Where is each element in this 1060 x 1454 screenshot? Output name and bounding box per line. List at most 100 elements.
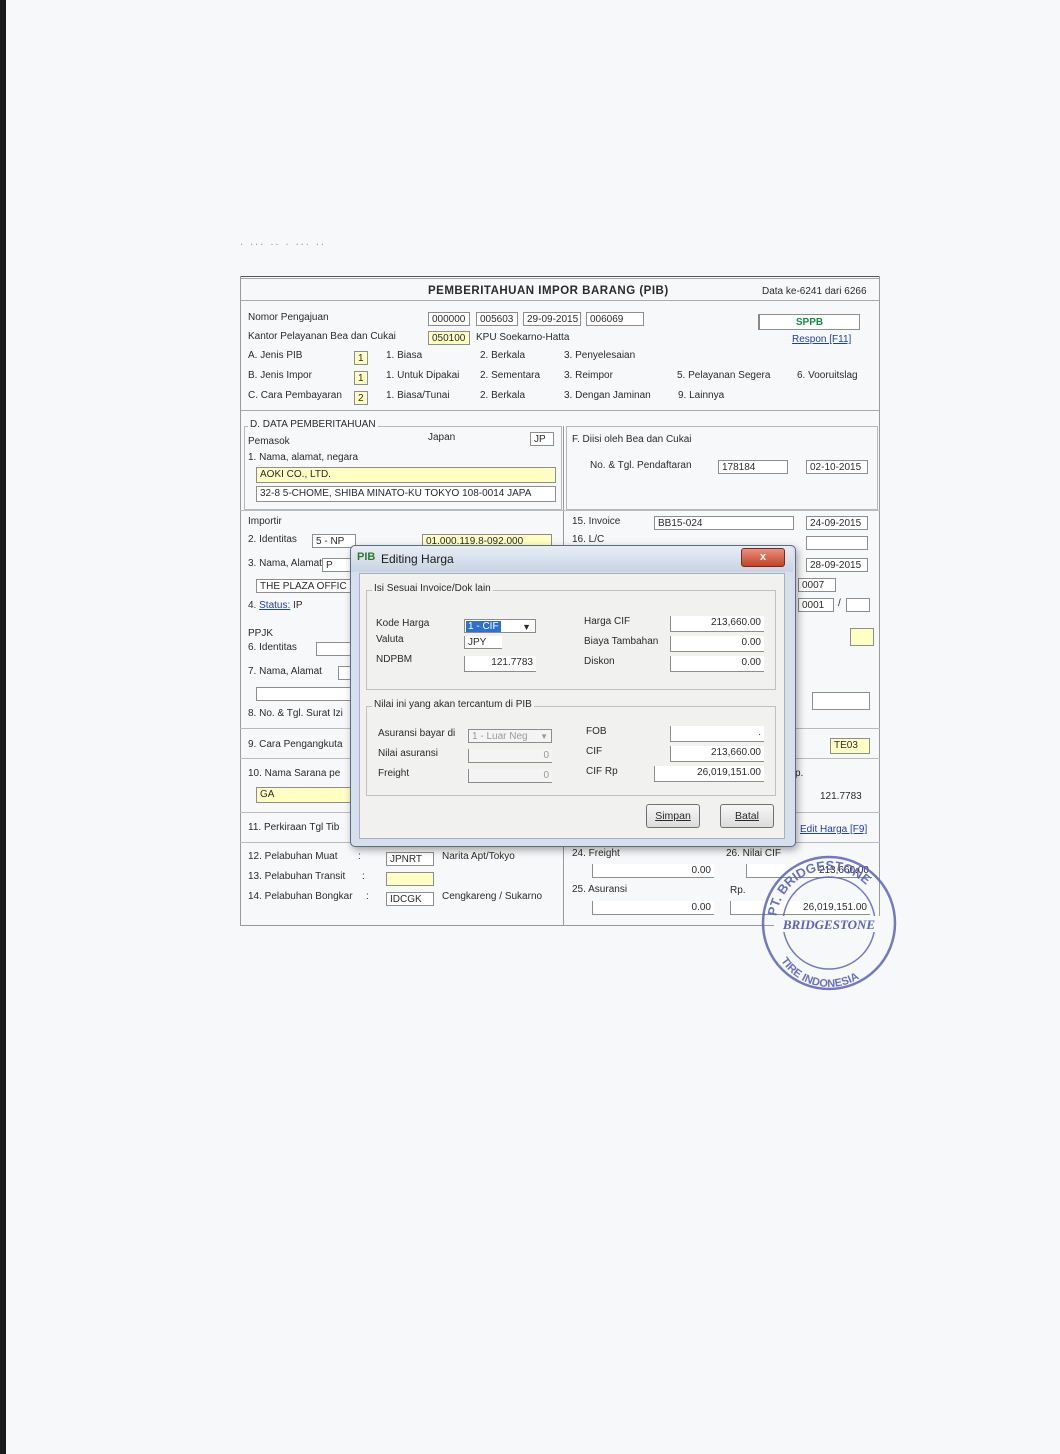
app-icon: PIB <box>357 551 376 563</box>
cara-bayar-field[interactable]: 2 <box>354 391 368 405</box>
ppjk-nama-label: 7. Nama, Alamat <box>248 666 322 677</box>
batal-button[interactable]: Batal <box>720 804 774 828</box>
rp-fragment: p. <box>795 768 804 779</box>
data-pemberitahuan-legend: D. DATA PEMBERITAHUAN <box>248 419 378 430</box>
group-invoice-legend: Isi Sesuai Invoice/Dok lain <box>372 583 493 594</box>
pendaftaran-no[interactable]: 178184 <box>718 460 788 474</box>
jenis-impor-opt: 6. Vooruitslag <box>797 370 858 381</box>
harga-cif-field[interactable]: 213,660.00 <box>670 616 764 632</box>
muat-label: 12. Pelabuhan Muat <box>248 851 338 862</box>
identitas-label: 2. Identitas <box>248 534 297 545</box>
status-label: 4. Status: IP <box>248 600 303 611</box>
ndpbm-value: 121.7783 <box>820 791 862 802</box>
asuransi-bayar-select[interactable]: 1 - Luar Neg ▼ <box>468 729 552 743</box>
kantor-code[interactable]: 050100 <box>428 331 470 345</box>
dialog-freight-field[interactable]: 0 <box>468 769 552 783</box>
jenis-pib-opt: 1. Biasa <box>386 350 423 361</box>
bongkar-colon: : <box>366 891 369 902</box>
transit-colon: : <box>362 871 365 882</box>
dialog-titlebar[interactable]: PIB Editing Harga x <box>351 546 793 572</box>
freight-field[interactable]: 0.00 <box>592 864 714 878</box>
cara-bayar-opt: 2. Berkala <box>480 390 526 401</box>
chevron-down-icon: ▼ <box>522 622 531 632</box>
cara-bayar-opt: 9. Lainnya <box>678 390 725 401</box>
pendaftaran-date[interactable]: 02-10-2015 <box>806 460 868 474</box>
cara-bayar-label: C. Cara Pembayaran <box>248 390 342 401</box>
nomor-field-2[interactable]: 005603 <box>476 312 518 326</box>
kode-harga-label: Kode Harga <box>376 618 430 629</box>
simpan-button[interactable]: Simpan <box>646 804 700 828</box>
pendaftaran-label: No. & Tgl. Pendaftaran <box>590 460 692 471</box>
field-0001[interactable]: 0001 <box>798 598 834 612</box>
status-link[interactable]: Status: <box>259 600 290 611</box>
muat-code[interactable]: JPNRT <box>386 852 434 866</box>
jenis-impor-label: B. Jenis Impor <box>248 370 312 381</box>
freight-label: 24. Freight <box>572 848 620 859</box>
ppjk-identitas-field[interactable] <box>316 642 352 656</box>
edit-harga-link[interactable]: Edit Harga [F9] <box>800 824 867 835</box>
nilai-asuransi-field[interactable]: 0 <box>468 749 552 763</box>
harga-cif-label: Harga CIF <box>584 616 631 627</box>
surat-izin-date[interactable] <box>812 692 870 710</box>
jenis-pib-opt: 3. Penyelesaian <box>564 350 636 361</box>
transit-code[interactable] <box>386 872 434 886</box>
nomor-field-4[interactable]: 006069 <box>586 312 644 326</box>
diskon-field[interactable]: 0.00 <box>670 656 764 672</box>
diskon-label: Diskon <box>584 656 615 667</box>
importir-address[interactable]: THE PLAZA OFFIC <box>256 579 352 593</box>
field-te03[interactable]: TE03 <box>830 738 870 754</box>
kode-harga-selected: 1 - CIF <box>466 621 501 632</box>
negara-code[interactable]: JP <box>530 432 554 446</box>
kode-harga-select[interactable]: 1 - CIF ▼ <box>464 619 536 633</box>
nilai-asuransi-label: Nilai asuransi <box>378 748 439 759</box>
lc-date[interactable] <box>806 536 868 550</box>
nomor-date[interactable]: 29-09-2015 <box>523 312 581 326</box>
stamp-mid-text: BRIDGESTONE <box>782 917 876 932</box>
fob-field[interactable]: . <box>670 726 764 742</box>
dialog-cif-field[interactable]: 213,660.00 <box>670 746 764 762</box>
identitas-type[interactable]: 5 - NP <box>312 534 356 548</box>
ppjk-right-field[interactable] <box>850 628 874 646</box>
cara-bayar-opt: 3. Dengan Jaminan <box>564 390 651 401</box>
cara-bayar-opt: 1. Biasa/Tunai <box>386 390 450 401</box>
valuta-label: Valuta <box>376 634 404 645</box>
biaya-tambahan-field[interactable]: 0.00 <box>670 636 764 652</box>
muat-name: Narita Apt/Tokyo <box>442 851 515 862</box>
ppjk-identitas-label: 6. Identitas <box>248 642 297 653</box>
dialog-freight-label: Freight <box>378 768 410 779</box>
jenis-pib-field[interactable]: 1 <box>354 351 368 365</box>
sarana-field[interactable]: GA <box>256 787 352 803</box>
jenis-pib-opt: 2. Berkala <box>480 350 526 361</box>
fob-label: FOB <box>586 726 607 737</box>
dialog-cifrp-field[interactable]: 26,019,151.00 <box>654 766 764 782</box>
field-0007[interactable]: 0007 <box>798 578 836 592</box>
slash: / <box>838 598 841 609</box>
dialog-title: Editing Harga <box>381 552 454 566</box>
respon-link[interactable]: Respon [F11] <box>792 334 851 345</box>
valuta-field[interactable]: JPY <box>464 636 502 649</box>
nomor-field-1[interactable]: 000000 <box>428 312 470 326</box>
asuransi-bayar-label: Asuransi bayar di <box>378 728 456 739</box>
jenis-pib-label: A. Jenis PIB <box>248 350 303 361</box>
invoice-no[interactable]: BB15-024 <box>654 516 794 530</box>
date2[interactable]: 28-09-2015 <box>806 558 868 572</box>
biaya-tambahan-label: Biaya Tambahan <box>584 636 659 647</box>
importir-nama-label: 3. Nama, Alamat <box>248 558 322 569</box>
pemasok-alamat[interactable]: 32-8 5-CHOME, SHIBA MINATO-KU TOKYO 108-… <box>256 486 556 502</box>
invoice-date[interactable]: 24-09-2015 <box>806 516 868 530</box>
jenis-impor-opt: 3. Reimpor <box>564 370 613 381</box>
negara-name: Japan <box>428 432 456 443</box>
transit-label: 13. Pelabuhan Transit <box>248 871 346 882</box>
field-after-slash[interactable] <box>846 598 870 612</box>
close-button[interactable]: x <box>741 548 785 567</box>
importir-nama-field[interactable]: P <box>322 558 352 572</box>
jenis-impor-field[interactable]: 1 <box>354 371 368 385</box>
bongkar-code[interactable]: IDCGK <box>386 892 434 906</box>
ppjk-alamat-field[interactable] <box>256 687 352 701</box>
asuransi-field[interactable]: 0.00 <box>592 901 714 915</box>
surat-izin-label: 8. No. & Tgl. Surat Izi <box>248 708 343 719</box>
pemasok-nama[interactable]: AOKI CO., LTD. <box>256 467 556 483</box>
dialog-client: Isi Sesuai Invoice/Dok lain Kode Harga 1… <box>359 573 785 839</box>
dialog-cifrp-label: CIF Rp <box>586 766 618 777</box>
ndpbm-field[interactable]: 121.7783 <box>464 656 536 672</box>
